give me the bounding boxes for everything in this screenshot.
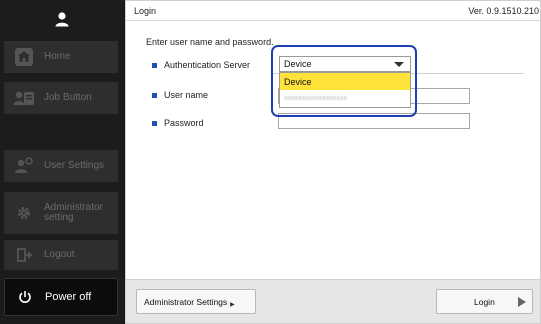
sidebar-item-job-button[interactable]: Job Button	[4, 82, 118, 114]
user-settings-icon	[10, 157, 38, 175]
page-title: Login	[134, 6, 157, 16]
version-label: Ver. 0.9.1510.210	[468, 6, 539, 16]
auth-server-label-text: Authentication Server	[164, 60, 251, 70]
auth-server-label: Authentication Server	[152, 60, 250, 70]
username-label-text: User name	[164, 90, 209, 100]
sidebar-item-label: Logout	[44, 248, 75, 260]
user-avatar	[0, 0, 123, 37]
password-label-text: Password	[164, 118, 204, 128]
power-off-label: Power off	[45, 291, 92, 303]
home-icon	[10, 47, 38, 67]
chevron-right-icon: ▶	[230, 302, 235, 308]
bullet-icon	[152, 120, 157, 126]
user-icon	[55, 11, 68, 26]
username-label: User name	[152, 90, 208, 100]
administrator-settings-label: Administrator Settings	[144, 296, 228, 307]
login-panel: Login Ver. 0.9.1510.210 Enter user name …	[125, 0, 541, 324]
job-button-icon	[10, 89, 38, 107]
sidebar-item-label: Job Button	[44, 91, 92, 103]
sidebar-item-logout[interactable]: Logout	[4, 240, 118, 270]
power-icon	[11, 290, 39, 304]
administrator-settings-button[interactable]: Administrator Settings ▶	[136, 289, 256, 314]
sidebar-item-label: User Settings	[44, 159, 105, 171]
title-bar: Login Ver. 0.9.1510.210	[126, 1, 540, 21]
bottom-bar: Administrator Settings ▶ Login	[126, 279, 540, 323]
login-label: Login	[474, 297, 495, 307]
bullet-icon	[152, 92, 157, 98]
play-arrow-icon	[518, 297, 526, 307]
sidebar-item-home[interactable]: Home	[4, 41, 118, 73]
logout-icon	[10, 247, 38, 263]
power-off-button[interactable]: Power off	[4, 278, 118, 316]
sidebar-item-administrator-setting[interactable]: Administrator setting	[4, 192, 118, 234]
login-button[interactable]: Login	[436, 289, 533, 314]
sidebar-item-label: Administrator setting	[44, 201, 103, 223]
password-label: Password	[152, 118, 204, 128]
instruction-text: Enter user name and password.	[146, 37, 274, 47]
sidebar-item-label: Home	[44, 50, 71, 62]
highlight-ring	[271, 45, 417, 117]
bullet-icon	[152, 62, 157, 68]
sidebar-item-user-settings[interactable]: User Settings	[4, 150, 118, 182]
gear-icon	[10, 205, 38, 221]
sidebar: Home Job Button User Settings Administra…	[0, 0, 123, 324]
